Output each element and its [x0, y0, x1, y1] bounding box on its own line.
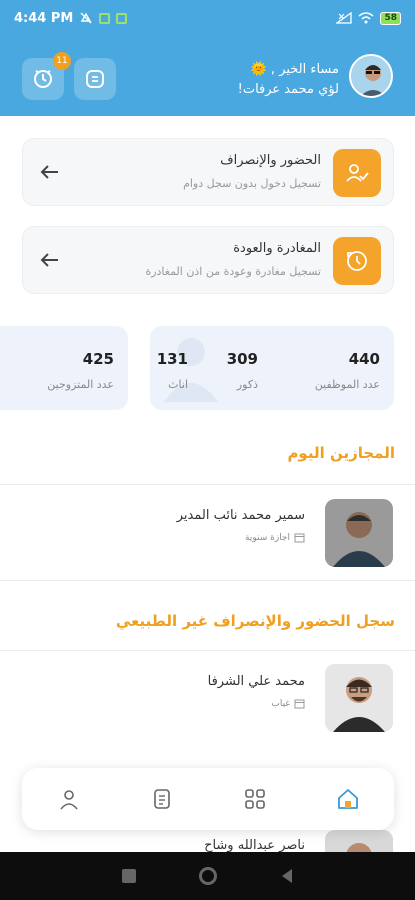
- stat-employees-label: عدد الموظفين: [314, 378, 380, 391]
- file-text-icon: [153, 789, 170, 809]
- recents-button[interactable]: [121, 869, 136, 883]
- calendar-icon: [294, 699, 305, 709]
- arrow-left-icon: [40, 253, 58, 267]
- divider: [0, 484, 415, 485]
- nav-home[interactable]: [328, 779, 368, 819]
- avatar-photo: [351, 56, 391, 96]
- abnormal-person-name: ناصر عبدالله وشاح: [204, 838, 305, 853]
- greeting-text: مساء الخير ,: [270, 62, 339, 77]
- leaves-today-title: المجازين اليوم: [287, 444, 395, 462]
- stat-males-label: ذكور: [236, 378, 258, 391]
- abnormal-person-name: محمد علي الشرفا: [207, 674, 305, 689]
- status-bar: 4:44 PM 58: [0, 0, 415, 36]
- abnormal-attendance-title: سجل الحضور والإنصراف غير الطبيعي: [115, 612, 395, 630]
- grid-icon: [244, 789, 265, 809]
- document-icon: [86, 70, 104, 88]
- married-stats-card[interactable]: 425 عدد المتزوجين: [0, 326, 128, 410]
- app-header: 11 مساء الخير , 🌞 لؤي محمد عرفات!: [0, 36, 415, 116]
- calendar-icon: [294, 533, 305, 543]
- notification-badge: 11: [53, 52, 71, 70]
- wifi-icon: [358, 12, 374, 24]
- leave-type: اجازة سنوية: [245, 532, 305, 543]
- leave-type-label: اجازة سنوية: [245, 532, 290, 543]
- notification-app-icon: [99, 12, 111, 24]
- attendance-icon-tile: [333, 149, 381, 197]
- stat-males-value: 309: [226, 350, 258, 368]
- clock-history-icon: [347, 251, 367, 271]
- arrow-left-icon: [40, 165, 58, 179]
- attendance-title: الحضور والإنصراف: [220, 153, 321, 168]
- stat-employees: 440 عدد الموظفين: [315, 350, 380, 391]
- nav-documents[interactable]: [142, 779, 182, 819]
- departure-title: المغادرة والعودة: [233, 241, 321, 256]
- nav-profile[interactable]: [49, 779, 89, 819]
- bottom-navigation: [22, 768, 394, 830]
- documents-button[interactable]: [74, 58, 116, 100]
- greeting-block: مساء الخير , 🌞 لؤي محمد عرفات!: [238, 60, 339, 100]
- system-navigation-bar: [0, 852, 415, 900]
- signal-icon: [336, 12, 353, 24]
- back-icon[interactable]: [280, 868, 294, 884]
- departure-icon-tile: [333, 237, 381, 285]
- departure-subtitle: تسجيل مغادرة وعودة من اذن المغادرة: [145, 265, 321, 278]
- nav-apps[interactable]: [235, 779, 275, 819]
- status-time: 4:44 PM: [14, 10, 74, 26]
- attendance-subtitle: تسجيل دخول بدون سجل دوام: [183, 177, 321, 190]
- divider: [0, 650, 415, 651]
- sun-icon: 🌞: [250, 62, 267, 77]
- person-photo: [325, 664, 393, 732]
- person-icon: [59, 790, 78, 810]
- home-icon: [337, 789, 358, 809]
- battery-indicator: 58: [380, 11, 401, 25]
- user-name: لؤي محمد عرفات!: [237, 82, 339, 97]
- stat-females: 131 اناث: [157, 350, 188, 391]
- attendance-calendar-button[interactable]: 11: [22, 52, 71, 100]
- stat-employees-value: 440: [348, 350, 380, 368]
- stat-females-value: 131: [156, 350, 188, 368]
- stat-females-label: اناث: [168, 378, 188, 391]
- stat-married: 425 عدد المتزوجين: [47, 350, 114, 391]
- user-check-icon: [346, 164, 369, 182]
- home-button[interactable]: [198, 867, 217, 885]
- abnormal-type-label: غياب: [271, 698, 290, 709]
- divider: [0, 580, 415, 581]
- stat-married-label: عدد المتزوجين: [47, 378, 114, 391]
- mute-icon: [80, 12, 92, 24]
- notification-app-icon: [116, 12, 128, 24]
- stat-married-value: 425: [82, 350, 114, 368]
- stat-males: 309 ذكور: [227, 350, 258, 391]
- attendance-card[interactable]: الحضور والإنصراف تسجيل دخول بدون سجل دوا…: [22, 138, 394, 206]
- leave-person-name: سمير محمد نائب المدير: [176, 508, 305, 523]
- departure-card[interactable]: المغادرة والعودة تسجيل مغادرة وعودة من ا…: [22, 226, 394, 294]
- abnormal-type: غياب: [271, 698, 305, 709]
- user-avatar[interactable]: [349, 54, 393, 98]
- person-photo: [325, 499, 393, 567]
- employee-stats-card[interactable]: 440 عدد الموظفين 309 ذكور 131 اناث: [150, 326, 394, 410]
- calendar-clock-icon: [34, 70, 52, 88]
